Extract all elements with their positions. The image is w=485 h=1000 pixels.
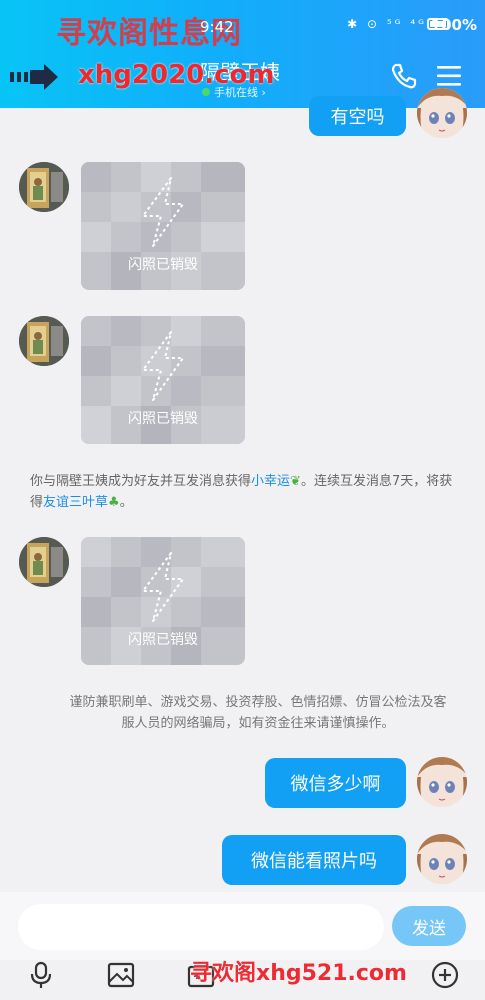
- contact-avatar-image: [19, 537, 69, 587]
- image-icon[interactable]: [106, 960, 136, 990]
- status-icons: ✱ ⊙ ⁵ᴳ ⁴ᴳ: [347, 17, 427, 31]
- outgoing-message[interactable]: 微信能看照片吗: [222, 835, 406, 885]
- flash-photo-destroyed[interactable]: 闪照已销毁: [81, 537, 245, 665]
- flash-photo-destroyed[interactable]: 闪照已销毁: [81, 316, 245, 444]
- note-text: 。: [119, 495, 133, 510]
- lucky-link[interactable]: 小幸运: [251, 474, 290, 489]
- anime-avatar-image: [417, 757, 467, 807]
- message-text: 有空吗: [330, 107, 385, 128]
- message-input[interactable]: [18, 904, 384, 950]
- add-icon[interactable]: [430, 960, 460, 990]
- friend-system-note: 你与隔壁王姨成为好友并互发消息获得小幸运❦。连续互发消息7天，将获得友谊三叶草♣…: [30, 471, 458, 513]
- phone-icon[interactable]: [390, 62, 418, 90]
- message-text: 微信能看照片吗: [251, 851, 377, 872]
- outgoing-message[interactable]: 微信多少啊: [265, 758, 406, 808]
- my-avatar[interactable]: [417, 757, 467, 807]
- flash-label: 闪照已销毁: [128, 632, 198, 648]
- online-status-text: 手机在线 ›: [214, 86, 266, 99]
- clover-link[interactable]: 友谊三叶草: [43, 495, 108, 510]
- online-dot: [202, 88, 210, 96]
- online-status: 手机在线 ›: [202, 84, 266, 100]
- watermark-bottom: 寻欢阁xhg521.com: [190, 961, 407, 986]
- contact-avatar[interactable]: [19, 162, 69, 212]
- chat-header: 寻欢阁性息网 9:42 ✱ ⊙ ⁵ᴳ ⁴ᴳ 100% 隔壁王姨 xhg2020.…: [0, 0, 485, 108]
- note-text: 你与隔壁王姨成为好友并互发消息获得: [30, 474, 252, 489]
- clover-icon: ♣: [108, 495, 120, 510]
- outgoing-message[interactable]: 有空吗: [309, 96, 406, 136]
- menu-icon[interactable]: [436, 64, 462, 88]
- status-time: 9:42: [200, 18, 234, 36]
- contact-avatar-image: [19, 162, 69, 212]
- contact-avatar[interactable]: [19, 316, 69, 366]
- lightning-icon: [142, 331, 184, 401]
- lightning-icon: [142, 552, 184, 622]
- battery-percent: 100%: [430, 16, 477, 34]
- lightning-icon: [142, 177, 184, 247]
- flash-photo-destroyed[interactable]: 闪照已销毁: [81, 162, 245, 290]
- flash-label: 闪照已销毁: [128, 411, 198, 427]
- message-text: 微信多少啊: [290, 774, 381, 795]
- my-avatar[interactable]: [417, 88, 467, 138]
- anime-avatar-image: [417, 834, 467, 884]
- flash-label: 闪照已销毁: [128, 257, 198, 273]
- anime-avatar-image: [417, 88, 467, 138]
- fraud-warning-note: 谨防兼职刷单、游戏交易、投资荐股、色情招嫖、仿冒公检法及客服人员的网络骗局，如有…: [69, 695, 447, 731]
- contact-avatar[interactable]: [19, 537, 69, 587]
- sprout-icon: ❦: [290, 474, 301, 489]
- send-button[interactable]: 发送: [392, 906, 466, 946]
- contact-avatar-image: [19, 316, 69, 366]
- mic-icon[interactable]: [26, 960, 56, 990]
- back-arrow-icon[interactable]: [10, 62, 60, 92]
- my-avatar[interactable]: [417, 834, 467, 884]
